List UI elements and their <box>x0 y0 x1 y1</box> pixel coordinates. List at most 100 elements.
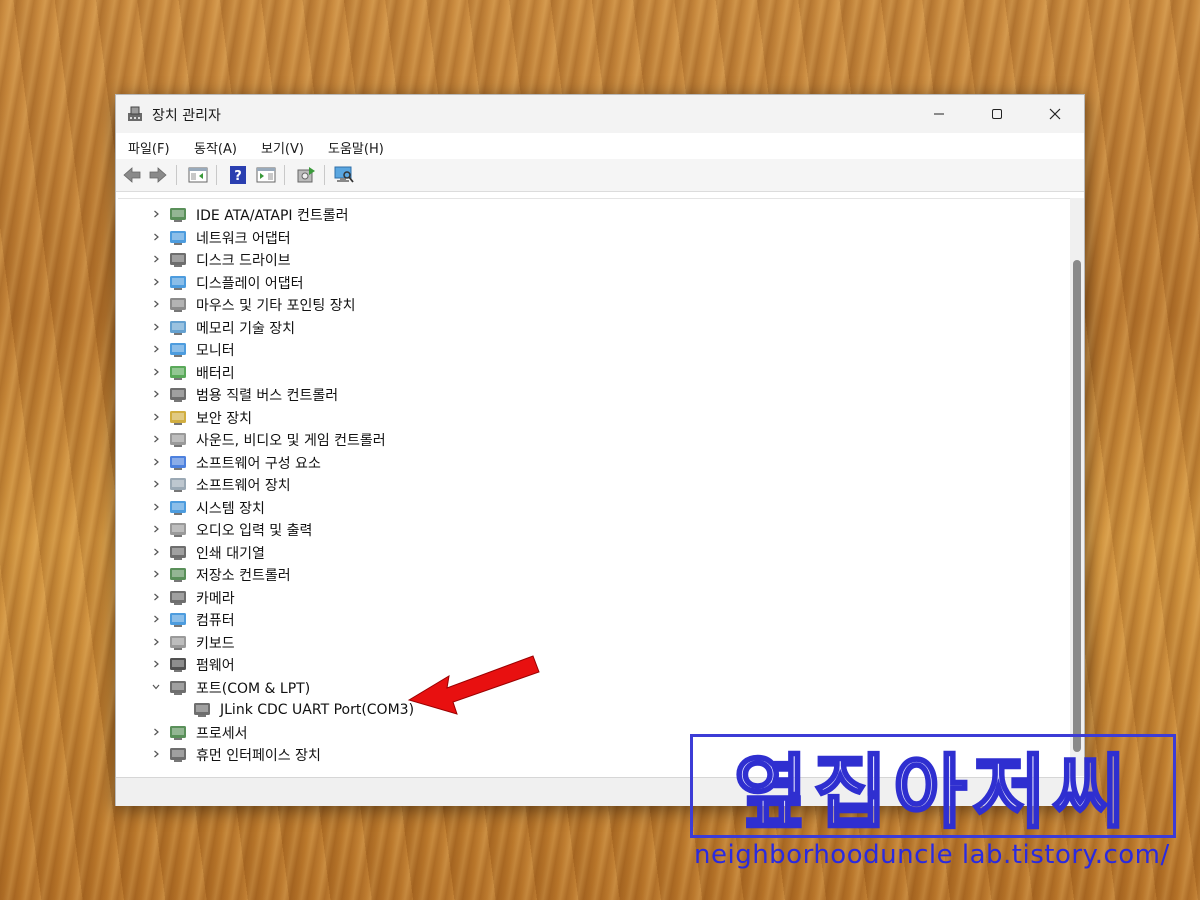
tree-category[interactable]: 디스크 드라이브 <box>118 249 1058 271</box>
help-icon[interactable]: ? <box>228 166 248 184</box>
tree-child-item[interactable]: JLink CDC UART Port(COM3) <box>118 699 1058 721</box>
maximize-icon <box>992 109 1002 119</box>
chevron-right-icon[interactable] <box>151 253 161 267</box>
chevron-right-icon[interactable] <box>151 726 161 740</box>
menu-view[interactable]: 보기(V) <box>261 138 304 157</box>
battery-icon <box>168 364 188 382</box>
menu-action[interactable]: 동작(A) <box>194 138 237 157</box>
hid-icon <box>168 746 188 764</box>
tree-item-label: JLink CDC UART Port(COM3) <box>220 702 415 718</box>
tree-category[interactable]: 범용 직렬 버스 컨트롤러 <box>118 384 1058 406</box>
tree-category[interactable]: 소프트웨어 장치 <box>118 474 1058 496</box>
chevron-right-icon[interactable] <box>151 748 161 762</box>
minimize-icon <box>934 113 944 115</box>
chevron-right-icon[interactable] <box>151 613 161 627</box>
menu-help[interactable]: 도움말(H) <box>328 138 384 157</box>
menu-file[interactable]: 파일(F) <box>128 138 170 157</box>
chevron-right-icon[interactable] <box>151 208 161 222</box>
chevron-right-icon[interactable] <box>151 411 161 425</box>
tree-item-label: 사운드, 비디오 및 게임 컨트롤러 <box>196 433 386 449</box>
properties-icon[interactable] <box>256 166 276 184</box>
tree-category[interactable]: 보안 장치 <box>118 407 1058 429</box>
disk-drive-icon <box>168 251 188 269</box>
print-queue-icon <box>168 544 188 562</box>
tree-category[interactable]: 저장소 컨트롤러 <box>118 564 1058 586</box>
tree-category[interactable]: 배터리 <box>118 362 1058 384</box>
ide-controller-icon <box>168 206 188 224</box>
device-manager-icon <box>128 106 142 121</box>
tree-category[interactable]: 오디오 입력 및 출력 <box>118 519 1058 541</box>
memory-device-icon <box>168 319 188 337</box>
chevron-right-icon[interactable] <box>151 478 161 492</box>
show-hide-tree-icon[interactable] <box>188 166 208 184</box>
forward-icon[interactable] <box>148 166 168 184</box>
close-icon <box>1049 108 1061 120</box>
scrollbar-thumb[interactable] <box>1073 260 1081 752</box>
toolbar-separator <box>176 165 177 185</box>
tree-category[interactable]: 펌웨어 <box>118 654 1058 676</box>
tree-category[interactable]: 시스템 장치 <box>118 497 1058 519</box>
tree-item-label: 휴먼 인터페이스 장치 <box>196 748 321 764</box>
chevron-right-icon[interactable] <box>151 523 161 537</box>
camera-icon <box>168 589 188 607</box>
minimize-button[interactable] <box>910 95 968 133</box>
chevron-down-icon[interactable] <box>151 681 161 695</box>
close-button[interactable] <box>1026 95 1084 133</box>
tree-category[interactable]: 네트워크 어댑터 <box>118 227 1058 249</box>
chevron-right-icon[interactable] <box>151 636 161 650</box>
tree-category[interactable]: 마우스 및 기타 포인팅 장치 <box>118 294 1058 316</box>
chevron-right-icon[interactable] <box>151 231 161 245</box>
tree-item-label: 모니터 <box>196 343 235 359</box>
tree-item-label: 소프트웨어 장치 <box>196 478 291 494</box>
tree-category[interactable]: IDE ATA/ATAPI 컨트롤러 <box>118 204 1058 226</box>
toolbar-separator <box>284 165 285 185</box>
tree-category[interactable]: 카메라 <box>118 587 1058 609</box>
tree-category[interactable]: 컴퓨터 <box>118 609 1058 631</box>
window-title: 장치 관리자 <box>152 108 221 124</box>
tree-item-label: 프로세서 <box>196 725 248 742</box>
chevron-right-icon[interactable] <box>151 343 161 357</box>
vertical-scrollbar[interactable] <box>1070 198 1084 776</box>
tree-category[interactable]: 디스플레이 어댑터 <box>118 272 1058 294</box>
firmware-icon <box>168 656 188 674</box>
network-adapter-icon <box>168 229 188 247</box>
tree-category[interactable]: 사운드, 비디오 및 게임 컨트롤러 <box>118 429 1058 451</box>
tree-category[interactable]: 키보드 <box>118 632 1058 654</box>
title-bar[interactable]: 장치 관리자 <box>116 95 1084 133</box>
chevron-right-icon[interactable] <box>151 276 161 290</box>
tree-category[interactable]: 소프트웨어 구성 요소 <box>118 452 1058 474</box>
tree-item-label: 보안 장치 <box>196 410 252 427</box>
chevron-right-icon[interactable] <box>151 298 161 312</box>
sound-icon <box>168 431 188 449</box>
tree-item-label: 카메라 <box>196 590 235 607</box>
chevron-right-icon[interactable] <box>151 591 161 605</box>
tree-category[interactable]: 모니터 <box>118 339 1058 361</box>
chevron-right-icon[interactable] <box>151 546 161 560</box>
chevron-right-icon[interactable] <box>151 321 161 335</box>
chevron-right-icon[interactable] <box>151 456 161 470</box>
back-icon[interactable] <box>122 166 142 184</box>
tree-item-label: 시스템 장치 <box>196 500 265 517</box>
usb-controller-icon <box>168 386 188 404</box>
chevron-right-icon[interactable] <box>151 501 161 515</box>
watermark-text: 옆집아저씨 <box>733 745 1132 841</box>
display-adapter-icon <box>168 274 188 292</box>
tree-item-label: IDE ATA/ATAPI 컨트롤러 <box>196 208 349 224</box>
tree-item-label: 포트(COM & LPT) <box>196 680 311 697</box>
tree-category[interactable]: 메모리 기술 장치 <box>118 317 1058 339</box>
software-device-icon <box>168 476 188 494</box>
chevron-right-icon[interactable] <box>151 658 161 672</box>
chevron-right-icon[interactable] <box>151 366 161 380</box>
chevron-right-icon[interactable] <box>151 433 161 447</box>
chevron-right-icon[interactable] <box>151 568 161 582</box>
maximize-button[interactable] <box>968 95 1026 133</box>
toolbar: ? <box>116 159 1084 192</box>
storage-controller-icon <box>168 566 188 584</box>
chevron-right-icon[interactable] <box>151 388 161 402</box>
tree-category[interactable]: 포트(COM & LPT) <box>118 677 1058 699</box>
scan-hardware-icon[interactable] <box>334 166 354 184</box>
device-tree[interactable]: IDE ATA/ATAPI 컨트롤러네트워크 어댑터디스크 드라이브디스플레이 … <box>118 198 1084 777</box>
tree-item-label: 디스크 드라이브 <box>196 253 291 269</box>
tree-category[interactable]: 인쇄 대기열 <box>118 542 1058 564</box>
update-driver-icon[interactable] <box>296 166 316 184</box>
